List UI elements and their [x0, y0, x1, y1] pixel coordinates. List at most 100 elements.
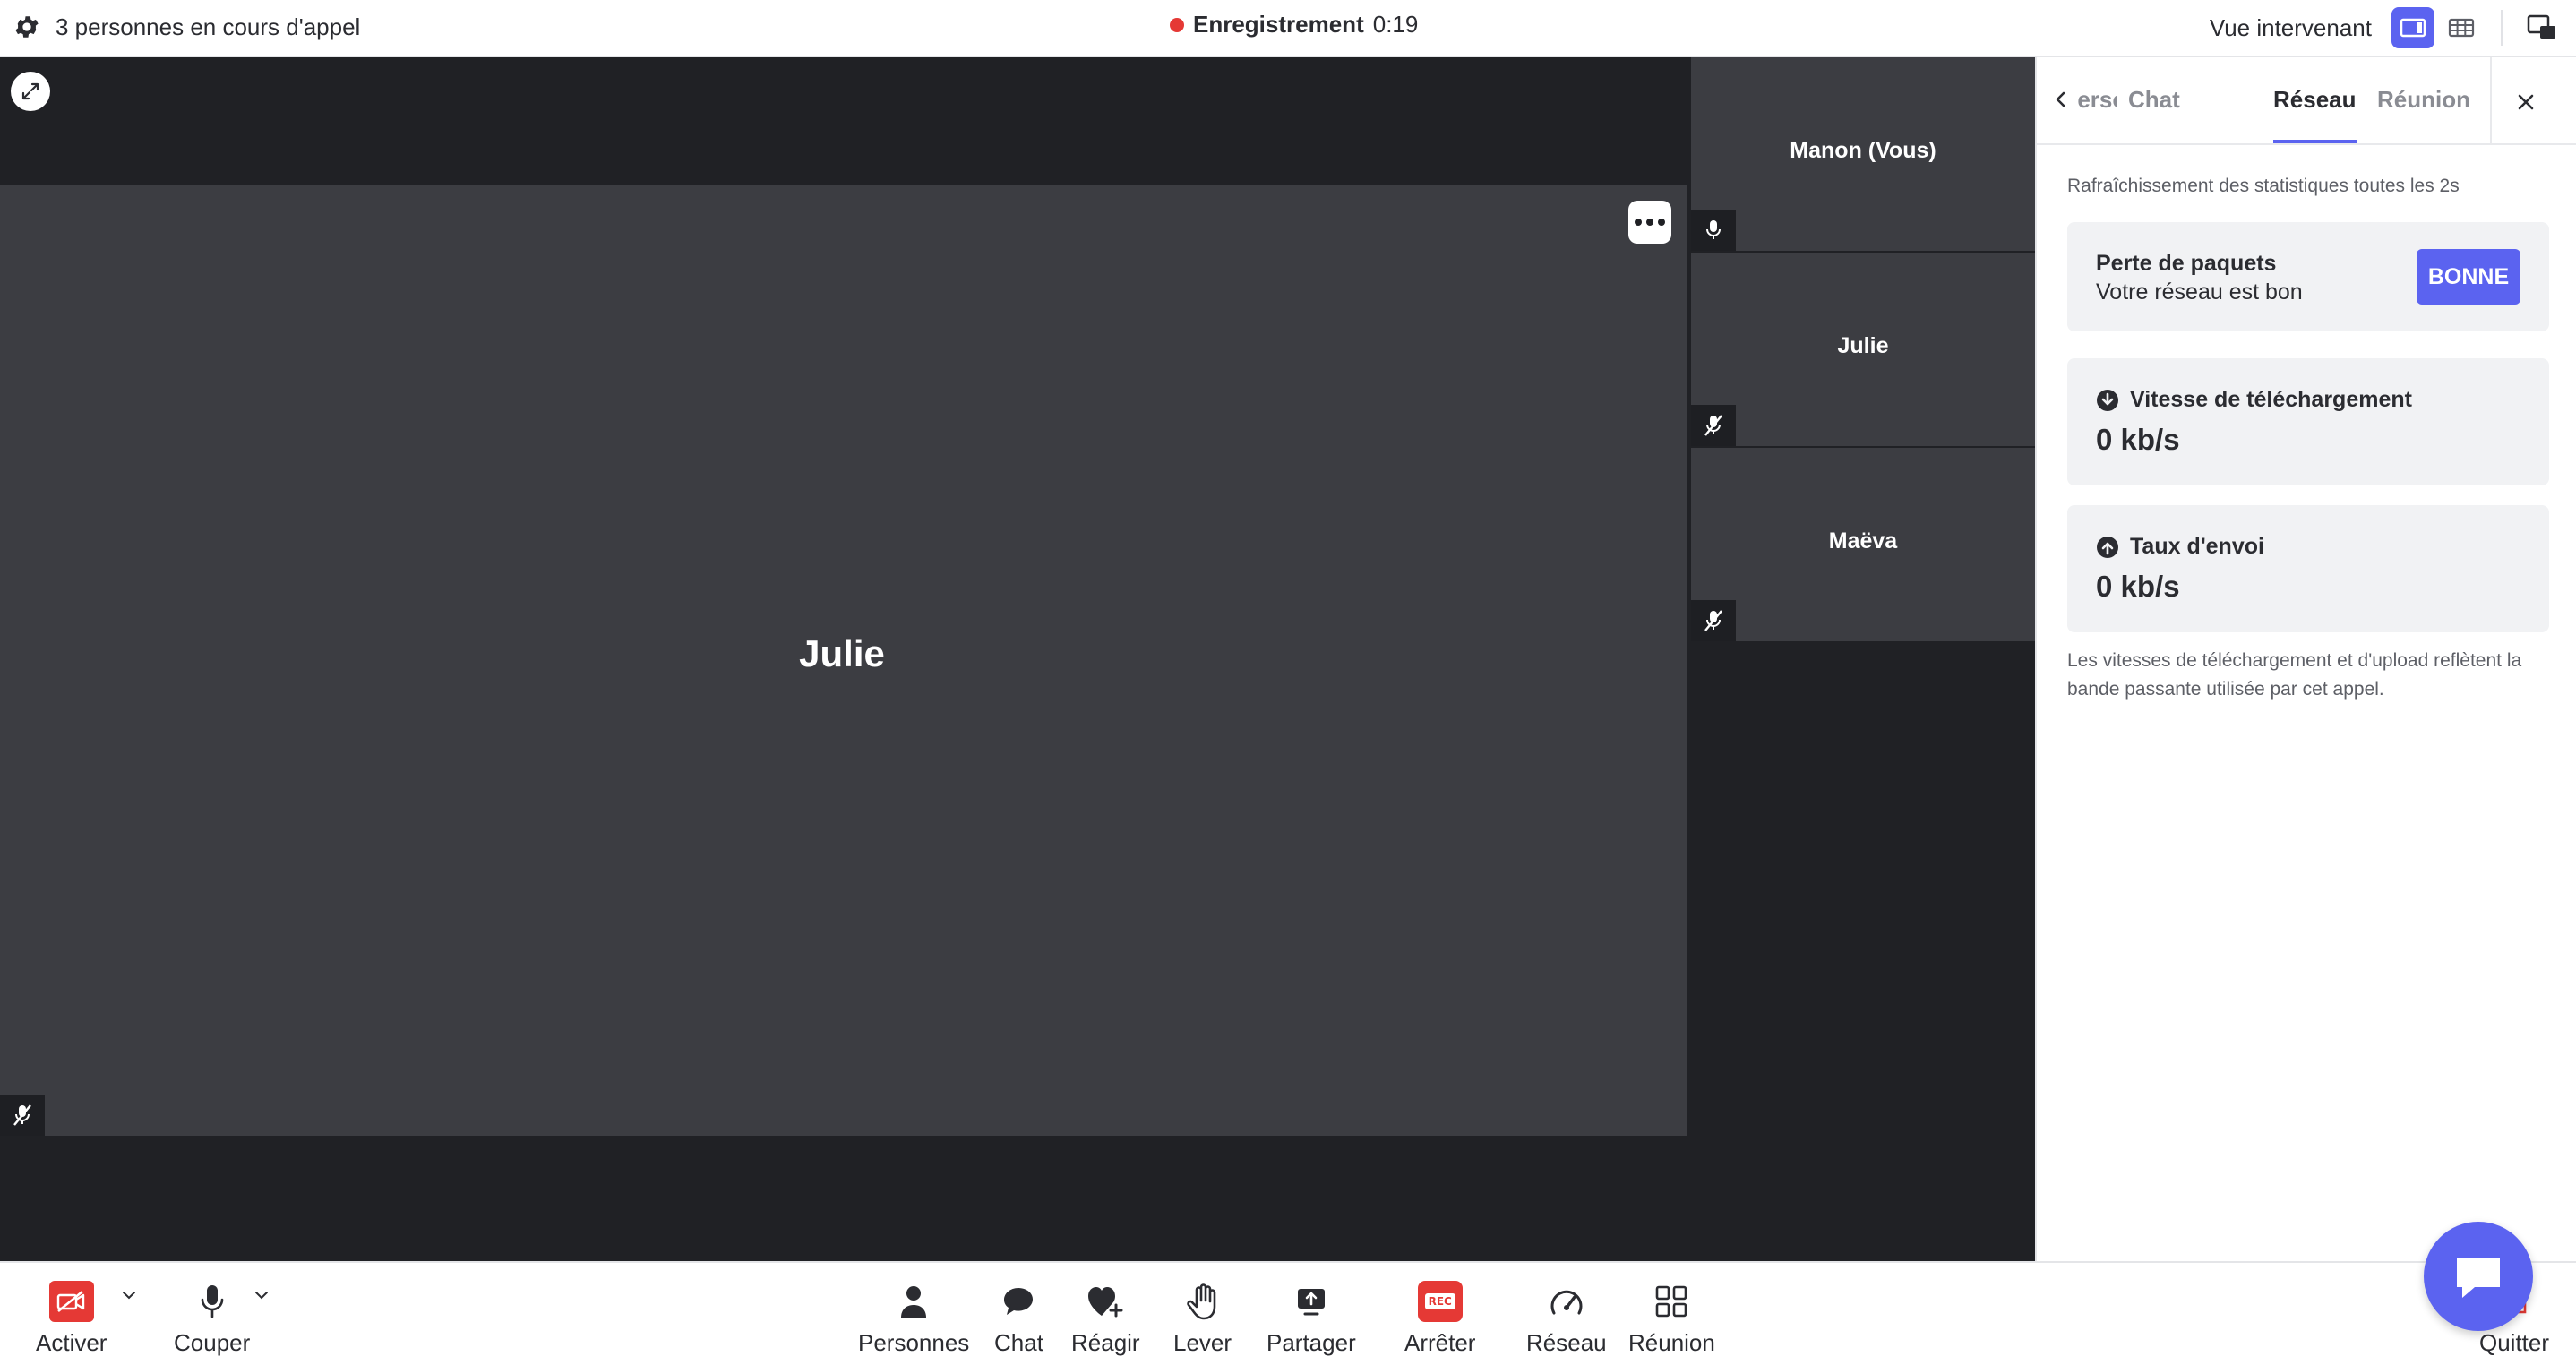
upload-rate-card: Taux d'envoi 0 kb/s [2067, 505, 2549, 632]
close-icon [2518, 94, 2534, 110]
participant-tile[interactable]: Julie [1691, 253, 2035, 446]
video-stage: Julie Manon (Vous) Julie Maëva [0, 57, 2035, 1261]
raise-hand-button[interactable]: Lever [1173, 1279, 1232, 1357]
participant-mic-muted [1691, 600, 1736, 641]
main-tile-name: Julie [799, 632, 885, 674]
download-speed-header: Vitesse de téléchargement [2096, 387, 2412, 413]
network-label: Réseau [1526, 1329, 1607, 1356]
view-switcher: Vue intervenant [2210, 7, 2563, 48]
recording-time: 0:19 [1372, 11, 1419, 38]
close-panel-button[interactable] [2508, 84, 2544, 120]
bandwidth-footnote: Les vitesses de téléchargement et d'uplo… [2067, 650, 2522, 700]
share-screen-button[interactable]: Partager [1267, 1279, 1356, 1357]
tabs-scroll-left-button[interactable] [2048, 86, 2074, 113]
participant-name: Maëva [1828, 528, 1898, 554]
network-button[interactable]: Réseau [1526, 1279, 1607, 1357]
mic-icon [1706, 220, 1721, 239]
upload-rate-title: Taux d'envoi [2130, 534, 2264, 559]
grid-apps-icon [1656, 1285, 1687, 1318]
share-label: Partager [1267, 1329, 1356, 1356]
share-screen-icon [1297, 1289, 1325, 1316]
camera-off-icon [48, 1281, 94, 1322]
upload-arrow-icon [2097, 536, 2118, 558]
person-icon [901, 1286, 927, 1318]
participant-mic-muted [1691, 405, 1736, 446]
picture-in-picture-button[interactable] [2520, 7, 2563, 48]
fullscreen-button[interactable] [11, 72, 50, 111]
participant-name: Manon (Vous) [1790, 138, 1936, 163]
chevron-down-icon [123, 1292, 135, 1300]
network-panel: Personnes Chat Réseau Réunion Rafraîchis… [2035, 57, 2576, 1261]
call-toolbar: Activer Couper Personnes Chat Réagir Lev… [0, 1261, 2576, 1365]
mic-icon [201, 1285, 223, 1318]
participant-tiles: Manon (Vous) Julie Maëva [1691, 57, 2035, 643]
speaker-view-icon [2400, 18, 2426, 38]
mic-toggle-button[interactable]: Couper [174, 1279, 250, 1357]
panel-tabs: Personnes Chat Réseau Réunion [2037, 57, 2576, 145]
mic-options-button[interactable] [253, 1286, 270, 1304]
speedometer-icon [1550, 1290, 1583, 1315]
packet-loss-subtitle: Votre réseau est bon [2096, 279, 2303, 305]
grid-view-icon [2448, 18, 2475, 38]
chevron-left-icon [2056, 91, 2065, 107]
participant-tile[interactable]: Maëva [1691, 448, 2035, 641]
rec-icon: REC [1417, 1281, 1463, 1322]
tab-network[interactable]: Réseau [2273, 86, 2357, 143]
refresh-note: Rafraîchissement des statistiques toutes… [2067, 176, 2460, 196]
recording-dot-icon [1170, 17, 1184, 32]
download-arrow-icon [2097, 389, 2118, 411]
top-bar: 3 personnes en cours d'appel Enregistrem… [0, 0, 2576, 57]
camera-label: Activer [36, 1329, 107, 1356]
rec-badge-text: REC [1424, 1293, 1455, 1309]
participant-count: 3 personnes en cours d'appel [56, 13, 361, 40]
heart-plus-icon [1088, 1287, 1123, 1318]
participant-tile[interactable]: Manon (Vous) [1691, 57, 2035, 251]
mic-off-icon [1704, 415, 1722, 436]
camera-toggle-button[interactable]: Activer [36, 1279, 107, 1357]
download-speed-title: Vitesse de téléchargement [2130, 387, 2412, 412]
tab-chat[interactable]: Chat [2128, 86, 2180, 143]
message-bubble-icon [2457, 1258, 2500, 1298]
react-button[interactable]: Réagir [1071, 1279, 1140, 1357]
recording-status: Enregistrement 0:19 [1170, 11, 1418, 39]
chat-bubble-icon [1004, 1288, 1034, 1315]
mic-off-icon [1704, 610, 1722, 631]
tile-options-button[interactable] [1628, 201, 1671, 244]
hand-icon [1186, 1283, 1215, 1320]
meeting-button[interactable]: Réunion [1628, 1279, 1715, 1357]
support-chat-button[interactable] [2424, 1222, 2533, 1331]
tab-people-clip: Personnes [2078, 57, 2117, 145]
mic-label: Couper [174, 1329, 251, 1356]
more-dots-icon [1635, 219, 1642, 226]
raise-hand-label: Lever [1173, 1329, 1232, 1356]
participant-name: Julie [1837, 333, 1889, 358]
recording-label: Enregistrement [1193, 11, 1364, 38]
tab-people[interactable]: Personnes [2078, 86, 2117, 143]
stop-recording-label: Arrêter [1404, 1329, 1476, 1356]
participant-mic-on [1691, 210, 1736, 251]
speaker-view-button[interactable] [2391, 7, 2434, 48]
stop-recording-button[interactable]: REC Arrêter [1404, 1279, 1475, 1357]
call-info: 3 personnes en cours d'appel [13, 13, 360, 41]
chevron-down-icon [255, 1292, 268, 1300]
divider [2490, 57, 2492, 145]
main-tile-mic-muted [0, 1095, 45, 1136]
upload-rate-header: Taux d'envoi [2096, 534, 2264, 560]
people-label: Personnes [858, 1329, 970, 1356]
chat-button[interactable]: Chat [994, 1279, 1043, 1357]
gear-icon[interactable] [13, 13, 41, 41]
mic-off-icon [13, 1104, 31, 1126]
upload-rate-value: 0 kb/s [2096, 570, 2180, 603]
tab-meeting[interactable]: Réunion [2377, 86, 2470, 143]
grid-view-button[interactable] [2440, 7, 2483, 48]
main-video-tile[interactable]: Julie [0, 185, 1687, 1136]
view-label: Vue intervenant [2209, 13, 2372, 41]
quality-badge: BONNE [2417, 249, 2520, 305]
react-label: Réagir [1071, 1329, 1140, 1356]
download-speed-value: 0 kb/s [2096, 423, 2180, 456]
expand-icon [21, 82, 39, 100]
people-button[interactable]: Personnes [858, 1279, 969, 1357]
camera-options-button[interactable] [120, 1286, 138, 1304]
quit-label: Quitter [2479, 1329, 2550, 1356]
packet-loss-card: Perte de paquets Votre réseau est bon BO… [2067, 222, 2549, 331]
